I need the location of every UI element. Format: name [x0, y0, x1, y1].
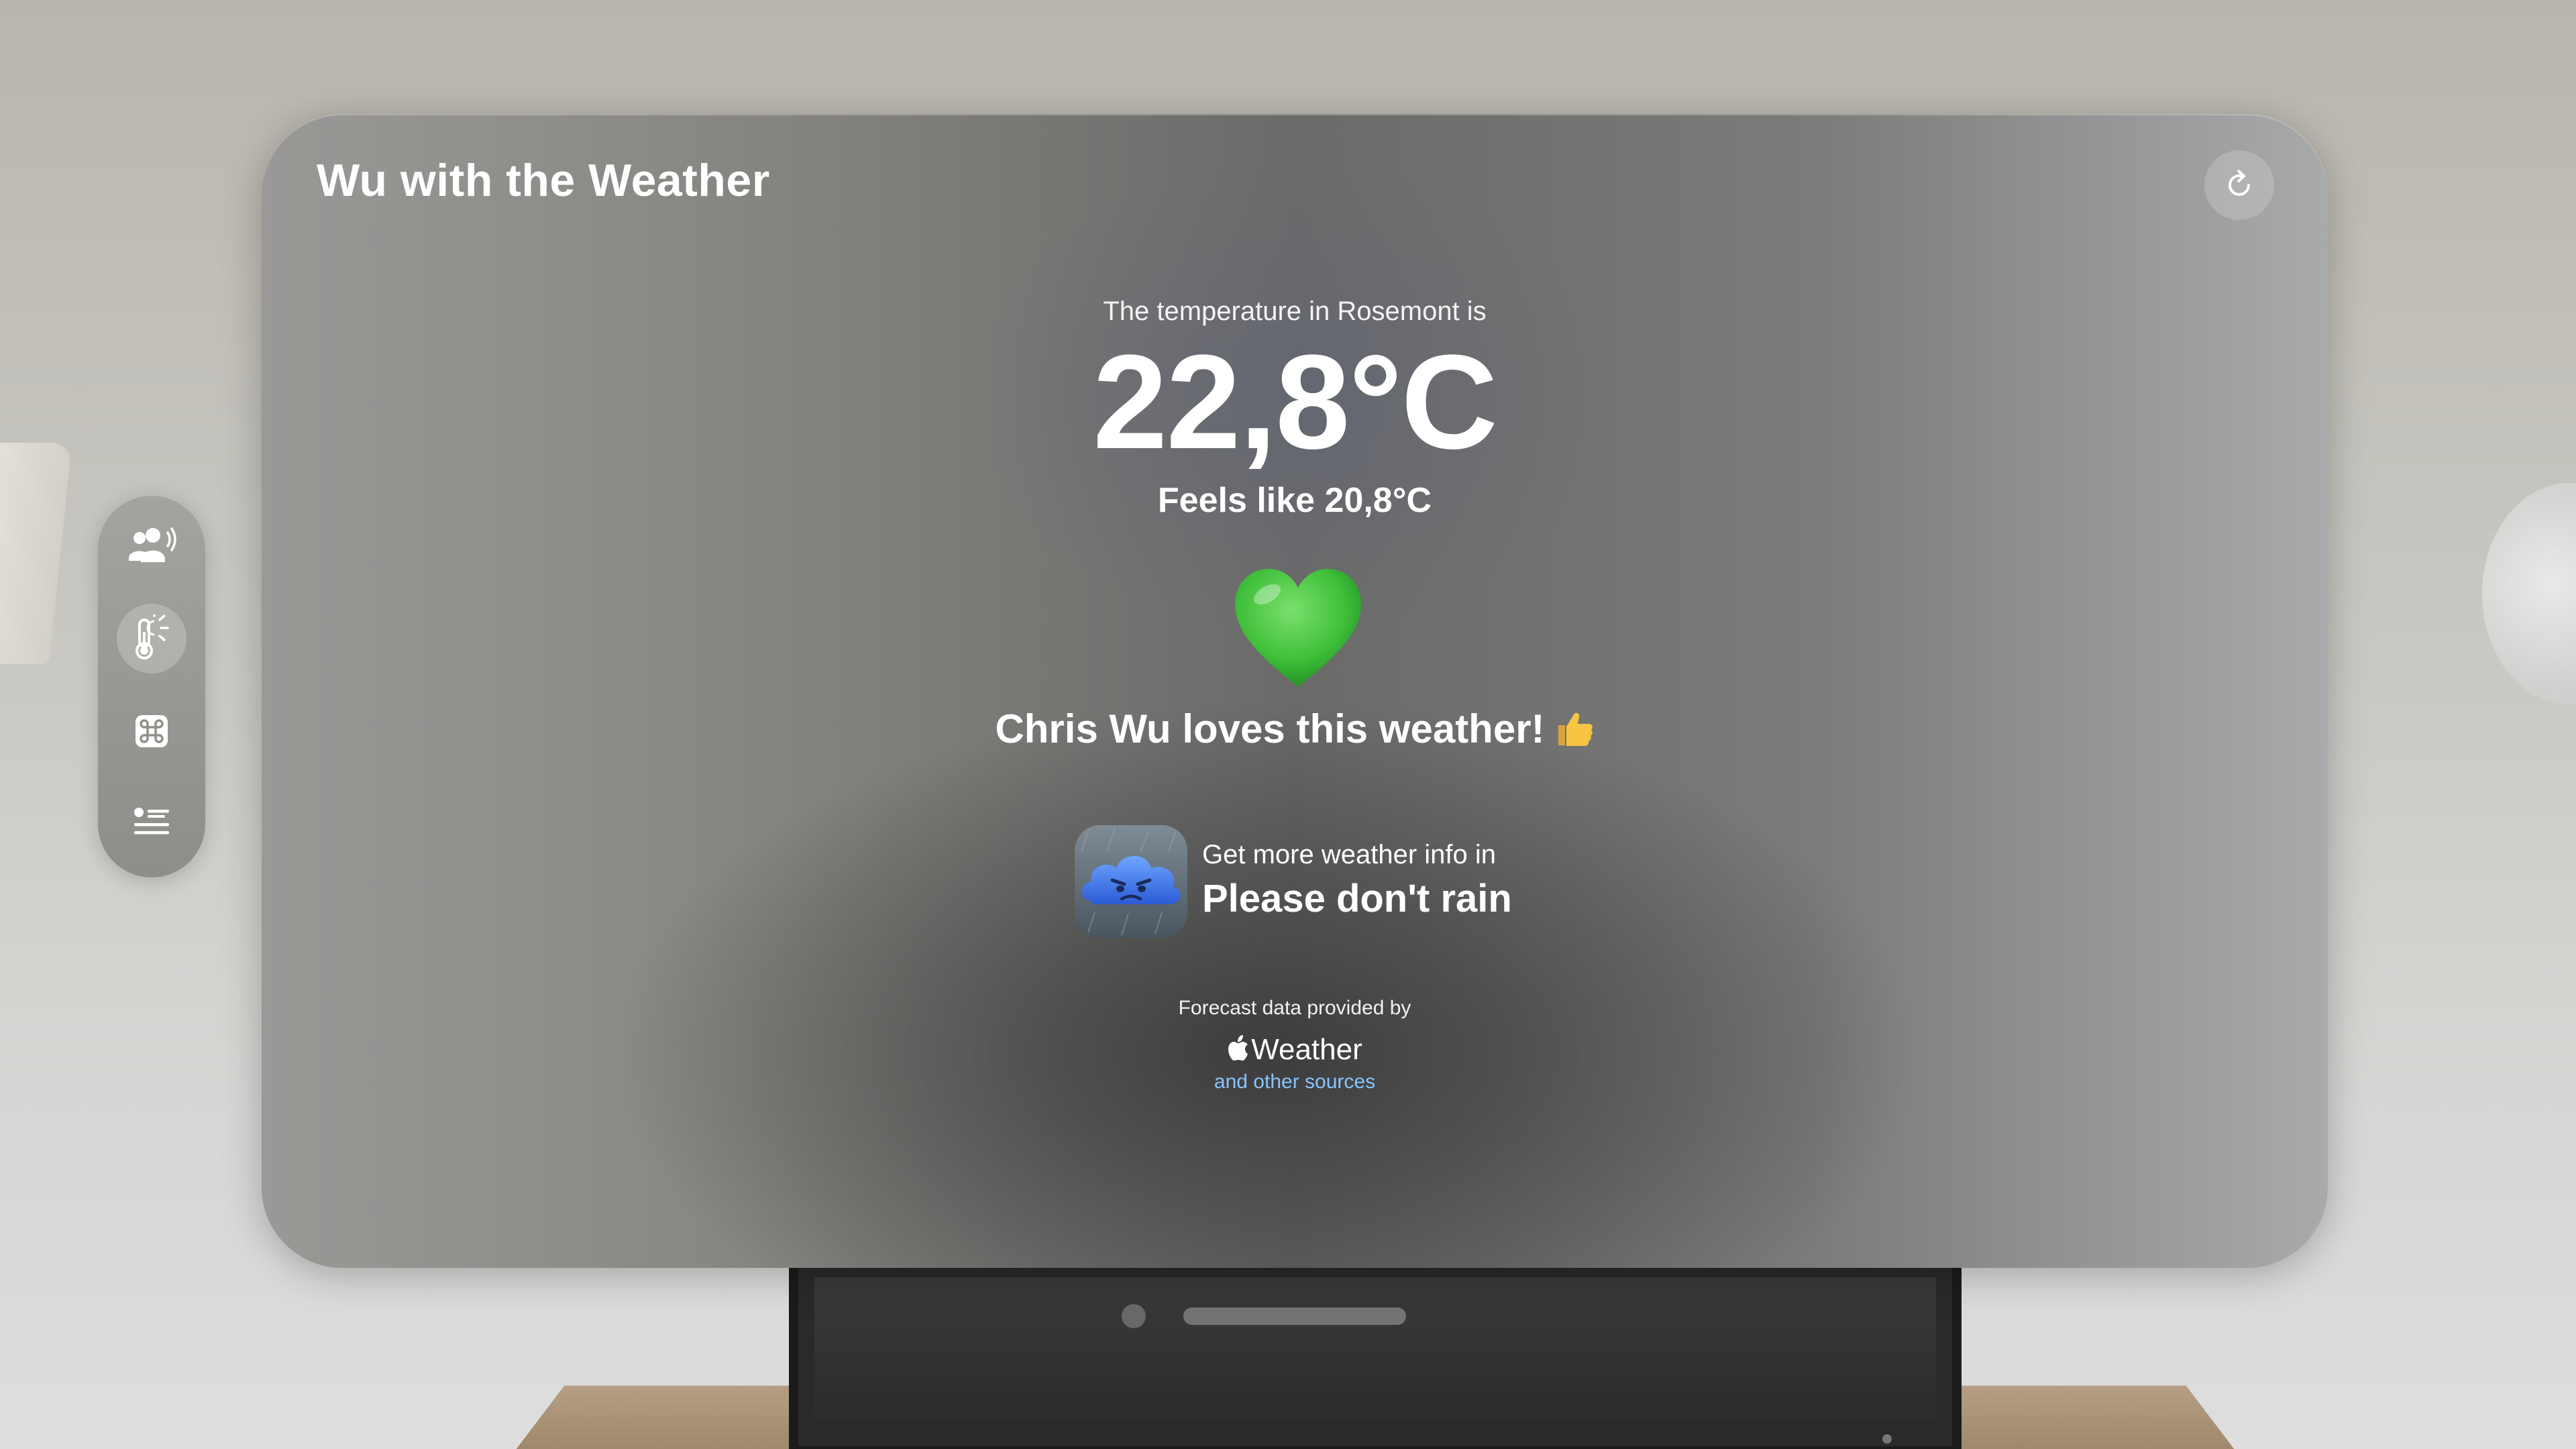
window-close-dot[interactable] [1122, 1304, 1146, 1328]
verdict-text: Chris Wu loves this weather! [995, 706, 1544, 751]
refresh-icon [2222, 168, 2257, 203]
green-heart-icon [1231, 565, 1365, 692]
thumbs-up-icon [1554, 708, 1595, 748]
window-grab-bar[interactable] [1183, 1307, 1406, 1325]
thermometer-sun-icon [130, 614, 173, 663]
app-title: Wu with the Weather [317, 154, 770, 207]
temperature-intro: The temperature in Rosemont is [262, 297, 2328, 327]
tv-power-led [1882, 1434, 1892, 1444]
tab-list[interactable] [117, 788, 186, 857]
tv-monitor [789, 1254, 1962, 1449]
tv-screen [814, 1277, 1936, 1419]
lamp-right [2482, 483, 2576, 704]
weather-verdict: Chris Wu loves this weather! [262, 706, 2328, 752]
tab-command[interactable] [117, 696, 186, 766]
attribution-brand[interactable]: Weather [262, 1033, 2328, 1067]
attribution-brand-text: Weather [1251, 1033, 1362, 1066]
other-sources-link[interactable]: and other sources [262, 1071, 2328, 1093]
command-icon [134, 714, 169, 749]
side-tab-bar [98, 495, 205, 877]
feels-like-text: Feels like 20,8°C [262, 480, 2328, 521]
temperature-value: 22,8°C [262, 335, 2328, 470]
promo-subtitle: Get more weather info in [1202, 840, 1496, 870]
tab-people[interactable] [117, 511, 186, 581]
app-window: Wu with the Weather The temperature in R… [262, 114, 2328, 1268]
refresh-button[interactable] [2204, 150, 2274, 220]
apple-logo-icon [1227, 1035, 1250, 1062]
promo-app-name: Please don't rain [1202, 876, 1512, 921]
promo-app-link[interactable]: Get more weather info in Please don't ra… [1075, 825, 1544, 939]
attribution-label: Forecast data provided by [262, 997, 2328, 1020]
people-audio-icon [125, 525, 178, 568]
storm-cloud-app-icon [1075, 825, 1187, 938]
tab-temperature[interactable] [117, 604, 186, 674]
list-icon [133, 806, 170, 839]
lamp-left [0, 443, 72, 664]
